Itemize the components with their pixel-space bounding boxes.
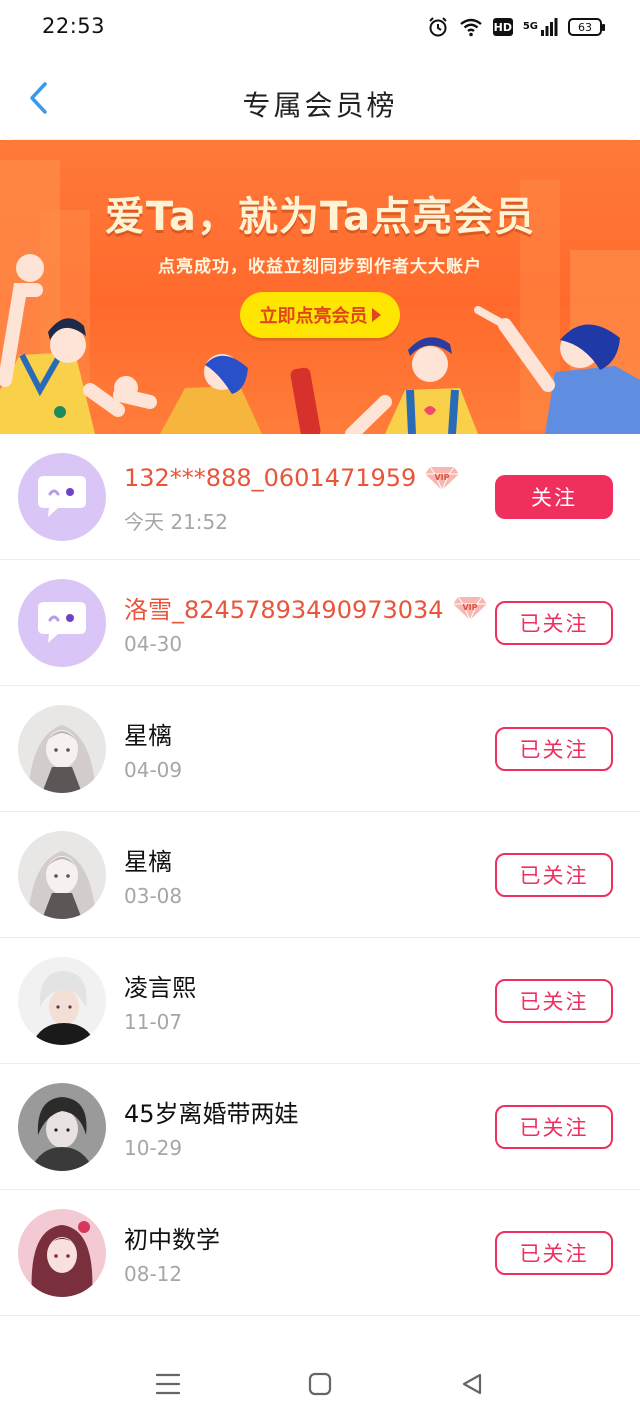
avatar[interactable] bbox=[18, 831, 106, 919]
avatar[interactable] bbox=[18, 957, 106, 1045]
vip-diamond-icon: VIP bbox=[452, 595, 488, 621]
member-date: 04-30 bbox=[124, 632, 183, 656]
vip-badge-text: VIP bbox=[435, 473, 450, 482]
member-date: 04-09 bbox=[124, 758, 183, 782]
banner-cta-label: 立即点亮会员 bbox=[259, 306, 368, 327]
followed-button[interactable]: 已关注 bbox=[495, 601, 613, 645]
member-name: 凌言熙 bbox=[124, 968, 196, 1003]
page-title: 专属会员榜 bbox=[242, 89, 398, 122]
menu-icon bbox=[155, 1373, 181, 1395]
member-name: 星樆 bbox=[124, 716, 172, 751]
list-item[interactable]: 45岁离婚带两娃 10-29 已关注 bbox=[0, 1064, 640, 1190]
avatar[interactable] bbox=[18, 705, 106, 793]
member-name-text: 星樆 bbox=[124, 848, 172, 876]
member-name: 45岁离婚带两娃 bbox=[124, 1094, 299, 1129]
anime-girl-avatar-icon bbox=[18, 831, 106, 919]
anime-girl-avatar-icon bbox=[18, 705, 106, 793]
member-name-text: 132***888_0601471959 bbox=[124, 464, 417, 492]
follow-button[interactable]: 关注 bbox=[495, 475, 613, 519]
list-item[interactable]: 洛雪_824578934909​73034 VIP 04-30 已关注 bbox=[0, 560, 640, 686]
followed-button[interactable]: 已关注 bbox=[495, 727, 613, 771]
banner-title: 爱Ta，就为Ta点亮会员 bbox=[104, 194, 536, 240]
member-name-text: 星樆 bbox=[124, 722, 172, 750]
member-list: 132***888_0601471959 VIP 今天 21:52 关注 洛雪_… bbox=[0, 434, 640, 1316]
chat-bubble-icon bbox=[38, 476, 86, 517]
member-name-text: 45岁离婚带两娃 bbox=[124, 1100, 299, 1128]
followed-button[interactable]: 已关注 bbox=[495, 1231, 613, 1275]
battery-icon: 63 bbox=[568, 18, 605, 36]
home-button[interactable] bbox=[304, 1368, 336, 1400]
chat-bubble-icon bbox=[38, 602, 86, 643]
followed-button[interactable]: 已关注 bbox=[495, 1105, 613, 1149]
white-hair-avatar-icon bbox=[18, 957, 106, 1045]
alarm-icon bbox=[427, 16, 449, 38]
avatar[interactable] bbox=[18, 1209, 106, 1297]
dark-hair-avatar-icon bbox=[18, 1083, 106, 1171]
member-date: 10-29 bbox=[124, 1136, 183, 1160]
vip-badge-text: VIP bbox=[462, 603, 477, 612]
nav-header: 专属会员榜 bbox=[0, 56, 640, 140]
list-item[interactable]: 星樆 04-09 已关注 bbox=[0, 686, 640, 812]
home-square-icon bbox=[308, 1372, 332, 1396]
wifi-icon bbox=[459, 17, 483, 37]
vip-diamond-icon: VIP bbox=[424, 465, 460, 491]
list-item[interactable]: 初中数学 08-12 已关注 bbox=[0, 1190, 640, 1316]
avatar[interactable] bbox=[18, 1083, 106, 1171]
member-name: 132***888_0601471959 VIP bbox=[124, 464, 460, 492]
banner-subtitle: 点亮成功，收益立刻同步到作者大大账户 bbox=[158, 257, 482, 277]
hd-icon: HD bbox=[492, 18, 513, 36]
back-triangle-icon bbox=[462, 1373, 482, 1395]
system-nav-bar bbox=[0, 1346, 640, 1422]
member-name-text: 初中数学 bbox=[124, 1226, 220, 1254]
status-time: 22:53 bbox=[42, 14, 106, 38]
promo-banner[interactable]: 爱Ta，就为Ta点亮会员 点亮成功，收益立刻同步到作者大大账户 立即点亮会员 bbox=[0, 140, 640, 434]
member-name-text: 洛雪_824578934909​73034 bbox=[124, 596, 444, 624]
member-name: 初中数学 bbox=[124, 1220, 220, 1255]
status-bar: 22:53 HD 5G 63 bbox=[0, 0, 640, 56]
list-item[interactable]: 132***888_0601471959 VIP 今天 21:52 关注 bbox=[0, 434, 640, 560]
signal-icon: 5G bbox=[523, 18, 558, 36]
avatar[interactable] bbox=[18, 579, 106, 667]
followed-button[interactable]: 已关注 bbox=[495, 853, 613, 897]
menu-button[interactable] bbox=[152, 1368, 184, 1400]
status-icons: HD 5G 63 bbox=[427, 16, 605, 38]
light-up-member-button[interactable]: 立即点亮会员 bbox=[240, 292, 400, 338]
member-name: 洛雪_824578934909​73034 VIP bbox=[124, 590, 488, 625]
network-type: 5G bbox=[522, 21, 538, 32]
avatar[interactable] bbox=[18, 453, 106, 541]
member-date: 11-07 bbox=[124, 1010, 183, 1034]
list-item[interactable]: 凌言熙 11-07 已关注 bbox=[0, 938, 640, 1064]
followed-button[interactable]: 已关注 bbox=[495, 979, 613, 1023]
play-triangle-icon bbox=[371, 308, 381, 322]
pink-girl-avatar-icon bbox=[18, 1209, 106, 1297]
member-date: 今天 21:52 bbox=[124, 510, 228, 534]
member-date: 03-08 bbox=[124, 884, 183, 908]
member-name: 星樆 bbox=[124, 842, 172, 877]
member-name-text: 凌言熙 bbox=[124, 974, 196, 1002]
member-date: 08-12 bbox=[124, 1262, 183, 1286]
back-nav-button[interactable] bbox=[456, 1368, 488, 1400]
list-item[interactable]: 星樆 03-08 已关注 bbox=[0, 812, 640, 938]
